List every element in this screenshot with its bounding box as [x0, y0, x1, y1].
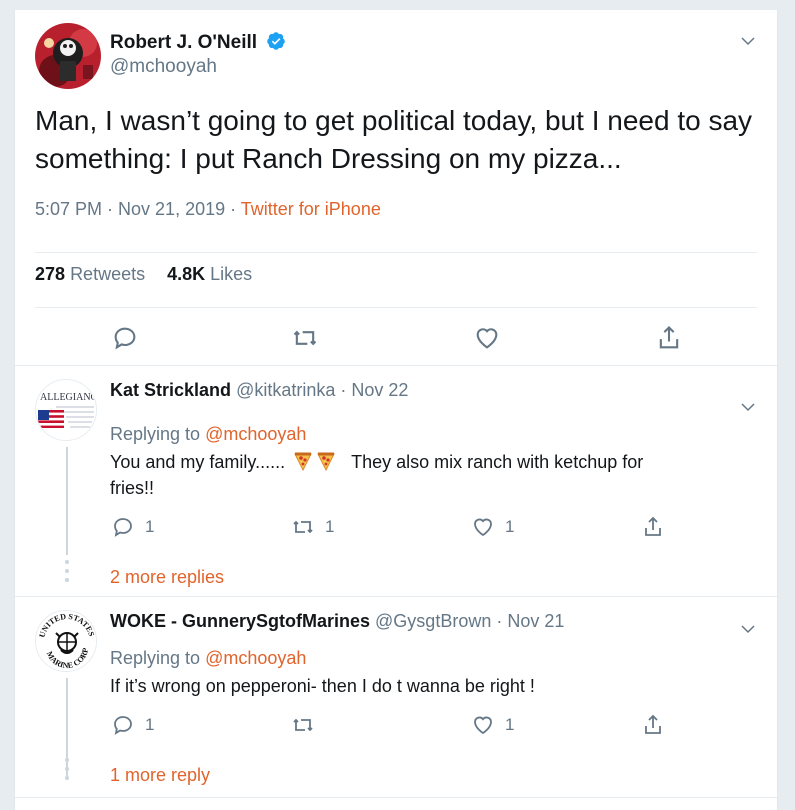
reply-author-avatar[interactable]: ALLEGIANC	[35, 379, 97, 441]
reply-text-middle: They also mix ranch with ketchup for	[351, 452, 644, 472]
divider	[35, 307, 757, 308]
thread-line	[66, 447, 68, 555]
replying-to-prefix: Replying to	[110, 424, 206, 444]
reply-author-name[interactable]: WOKE - GunnerySgtofMarines	[110, 611, 370, 631]
reply-text-start: You and my family......	[110, 452, 286, 472]
retweets-stat[interactable]: 278 Retweets	[35, 264, 145, 284]
reply-author-handle[interactable]: @GysgtBrown	[375, 611, 491, 631]
share-icon	[645, 714, 661, 734]
likes-label: Likes	[210, 264, 253, 284]
reply-header: WOKE - GunnerySgtofMarines @GysgtBrown ·…	[110, 611, 564, 632]
replying-to-prefix: Replying to	[110, 648, 206, 668]
author-name-text[interactable]: Robert J. O'Neill	[110, 32, 257, 53]
reply-action-like[interactable]: 1	[471, 713, 514, 737]
tweet-source[interactable]: Twitter for iPhone	[241, 199, 381, 219]
reply-icon	[114, 716, 132, 735]
like-count: 1	[505, 517, 515, 536]
retweet-count: 1	[325, 517, 335, 536]
reply-author-name[interactable]: Kat Strickland	[110, 380, 231, 400]
tweet-text: Man, I wasn’t going to get political tod…	[35, 105, 753, 174]
divider	[35, 252, 757, 253]
retweets-count: 278	[35, 264, 66, 284]
tweet-conversation: Robert J. O'Neill @mchooyah Man, I wasn’…	[14, 10, 778, 810]
thread-dots	[64, 758, 70, 785]
author-handle[interactable]: @mchooyah	[110, 56, 217, 78]
reply-tweet[interactable]: ALLEGIANC Kat Strickland @kitkatrinka · …	[15, 367, 777, 597]
reply-header: Kat Strickland @kitkatrinka · Nov 22	[110, 380, 408, 401]
reply-icon	[114, 518, 132, 537]
author-avatar[interactable]	[35, 23, 101, 89]
reply-action-retweet[interactable]	[291, 713, 325, 737]
reply-action-share[interactable]	[641, 515, 675, 539]
reply-text-end: fries!!	[110, 478, 155, 498]
thread-dots	[64, 560, 70, 587]
reply-action-reply[interactable]: 1	[111, 713, 154, 737]
heart-icon[interactable]	[473, 324, 501, 352]
reply-action-reply[interactable]: 1	[111, 515, 154, 539]
chevron-down-icon[interactable]	[739, 620, 757, 638]
more-replies-link[interactable]: 2 more replies	[110, 567, 224, 588]
pizza-emoji-icon	[294, 452, 312, 471]
heart-icon	[474, 518, 492, 537]
retweet-icon[interactable]	[291, 324, 319, 352]
reply-text: If it’s wrong on pepperoni- then I do t …	[110, 676, 535, 696]
replying-to-handle[interactable]: @mchooyah	[205, 424, 306, 444]
tweet-metadata: 5:07 PM · Nov 21, 2019 · Twitter for iPh…	[35, 199, 381, 220]
reply-date[interactable]: · Nov 21	[491, 611, 564, 631]
reply-text: You and my family...... They also mix ra…	[110, 449, 740, 501]
retweet-icon	[293, 520, 313, 534]
reply-count: 1	[145, 517, 155, 536]
reply-tweet[interactable]: UNITED STATES MARINE CORPS WOKE - Gunner…	[15, 598, 777, 798]
retweet-icon	[293, 718, 313, 732]
likes-count: 4.8K	[167, 264, 206, 284]
reply-author-handle[interactable]: @kitkatrinka	[236, 380, 335, 400]
reply-action-like[interactable]: 1	[471, 515, 514, 539]
reply-action-retweet[interactable]: 1	[291, 515, 334, 539]
share-icon	[645, 516, 661, 536]
pizza-emoji-icon	[317, 452, 335, 471]
likes-stat[interactable]: 4.8K Likes	[167, 264, 252, 284]
more-replies-link[interactable]: 1 more reply	[110, 765, 210, 786]
like-count: 1	[505, 715, 515, 734]
share-icon[interactable]	[655, 324, 683, 352]
main-tweet: Robert J. O'Neill @mchooyah Man, I wasn’…	[15, 10, 777, 366]
heart-icon	[474, 716, 492, 735]
tweet-stats: 278 Retweets 4.8K Likes	[35, 264, 252, 285]
retweets-label: Retweets	[70, 264, 146, 284]
reply-count: 1	[145, 715, 155, 734]
avatar-allegiance-text: ALLEGIANC	[40, 392, 97, 403]
chevron-down-icon[interactable]	[739, 398, 757, 416]
replying-to: Replying to @mchooyah	[110, 648, 306, 669]
replying-to-handle[interactable]: @mchooyah	[205, 648, 306, 668]
author-name[interactable]: Robert J. O'Neill	[110, 31, 286, 54]
reply-icon[interactable]	[111, 324, 139, 352]
verified-badge-icon	[267, 32, 286, 50]
replying-to: Replying to @mchooyah	[110, 424, 306, 445]
chevron-down-icon[interactable]	[739, 32, 757, 50]
tweet-timestamp[interactable]: 5:07 PM · Nov 21, 2019 ·	[35, 199, 241, 219]
reply-action-share[interactable]	[641, 713, 675, 737]
reply-date[interactable]: · Nov 22	[335, 380, 408, 400]
reply-author-avatar[interactable]: UNITED STATES MARINE CORPS	[35, 610, 97, 672]
